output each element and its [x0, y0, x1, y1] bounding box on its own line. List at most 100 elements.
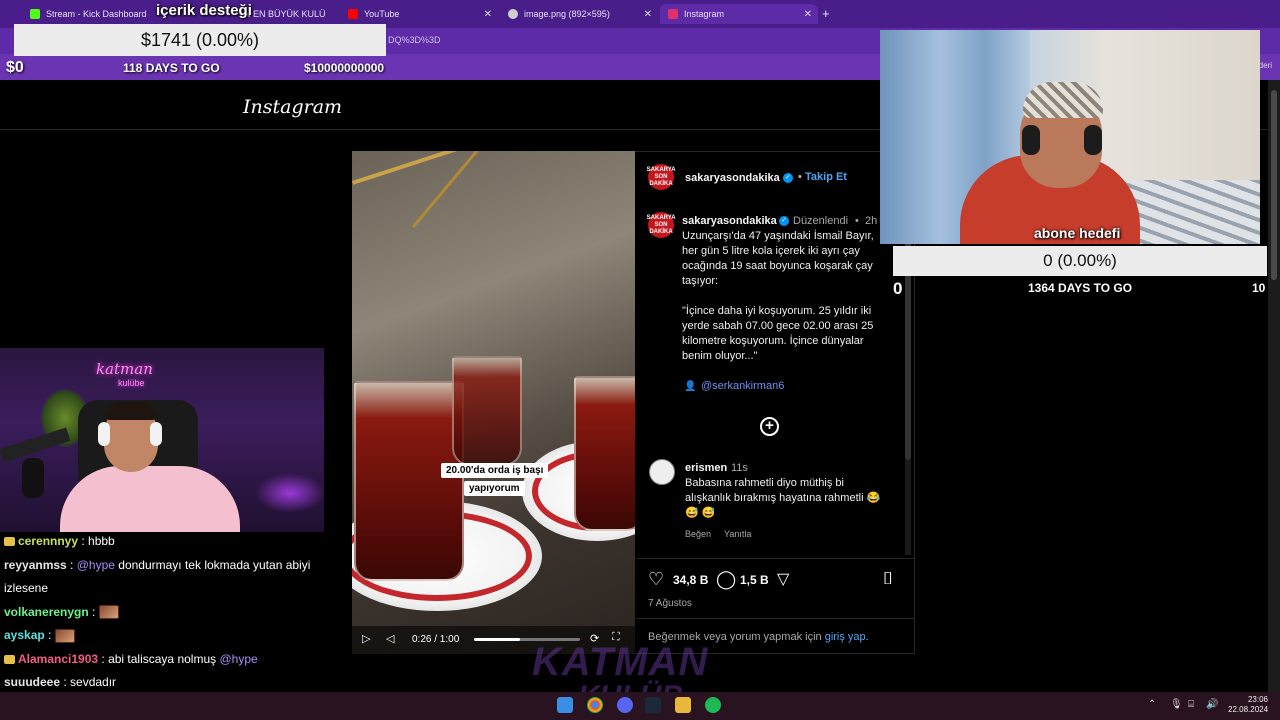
tea-glass: [354, 381, 464, 581]
like-count: 34,8 B: [673, 573, 709, 587]
sub-goal-days: 1364 DAYS TO GO: [1028, 281, 1133, 295]
heart-icon[interactable]: ♡: [648, 569, 664, 590]
follow-button[interactable]: Takip Et: [805, 171, 847, 183]
login-link[interactable]: giriş yap: [825, 631, 866, 643]
close-icon[interactable]: ✕: [484, 9, 492, 20]
bookmark-item[interactable]: deri: [1259, 61, 1272, 70]
page-scroll-thumb[interactable]: [1271, 90, 1277, 280]
comment-user[interactable]: erismen: [685, 462, 727, 474]
discord-icon[interactable]: [617, 697, 633, 713]
chat-username[interactable]: reyyanmss: [4, 558, 67, 572]
chat-mention[interactable]: @hype: [219, 652, 257, 666]
video-caption-line-1: 20.00'da orda iş başı: [441, 463, 549, 478]
post-time: 2h: [865, 215, 878, 227]
tab-youtube[interactable]: YouTube ✕: [340, 4, 498, 24]
chat-username[interactable]: suuudeee: [4, 675, 60, 689]
video-progress: [474, 638, 520, 641]
chat-message: ayskap :: [4, 628, 75, 643]
headphones-icon: [1084, 125, 1102, 155]
video-caption-line-2: yapıyorum: [464, 481, 525, 496]
account-avatar[interactable]: SAKARYA SON DAKİKA: [647, 164, 676, 190]
spotify-icon[interactable]: [705, 697, 721, 713]
tab-instagram[interactable]: Instagram ✕: [660, 4, 818, 24]
volume-icon[interactable]: ◁: [386, 632, 394, 645]
donation-goal-days: 118 DAYS TO GO: [123, 61, 220, 75]
comment-text: Babasına rahmetli diyo müthiş bi alışkan…: [685, 477, 881, 519]
chat-overlay: cerennnyy : hbbb reyyanmss : @hype dondur…: [0, 532, 350, 714]
load-more-comments-icon[interactable]: +: [760, 417, 779, 436]
donation-goal-max: $10000000000: [304, 61, 385, 75]
chat-message: volkanerenygn :: [4, 605, 119, 620]
account-name[interactable]: sakaryasondakika: [685, 172, 780, 184]
kick-icon: [30, 9, 40, 19]
microphone-icon[interactable]: 🎙: [1170, 699, 1183, 710]
crown-badge-icon: [4, 654, 15, 664]
comment-count: 1,5 B: [740, 573, 769, 587]
lamp-glow: [255, 473, 324, 513]
chrome-icon[interactable]: [587, 697, 603, 713]
chat-message: suuudeee : sevdadır: [4, 675, 116, 689]
system-clock[interactable]: 23:06 22.08.2024: [1228, 695, 1268, 715]
sub-goal-max: 10: [1252, 281, 1266, 295]
chat-text: abi taliscaya nolmuş: [104, 651, 217, 666]
post-date: 7 Ağustos: [648, 598, 692, 609]
video-time: 0:26 / 1:00: [412, 634, 460, 645]
chat-message: cerennnyy : hbbb: [4, 534, 115, 548]
chat-text: izlesene: [4, 581, 49, 595]
headphones-icon: [1022, 125, 1040, 155]
channel-watermark: KATMAN: [532, 640, 709, 684]
caption-avatar[interactable]: SAKARYA SON DAKİKA: [647, 212, 676, 238]
chat-separator: :: [60, 675, 67, 689]
chevron-up-icon[interactable]: ⌃: [1148, 699, 1156, 710]
commenter-avatar[interactable]: [649, 459, 675, 485]
instagram-logo[interactable]: Instagram: [243, 96, 342, 118]
verified-icon: ✓: [779, 216, 789, 226]
person-shirt: [60, 466, 240, 532]
person-tag-icon: 👤: [684, 381, 697, 392]
chat-mention-wrap: @hype: [73, 558, 115, 572]
windows-taskbar: [0, 692, 1280, 720]
comment-like-button[interactable]: Beğen: [685, 529, 711, 539]
chat-username[interactable]: cerennnyy: [18, 534, 78, 548]
person-hair: [106, 402, 156, 420]
chat-username[interactable]: Alamanci1903: [18, 652, 98, 666]
close-icon[interactable]: ✕: [804, 9, 812, 20]
chat-mention[interactable]: @hype: [77, 558, 115, 572]
chat-username[interactable]: volkanerenygn: [4, 605, 89, 619]
sub-goal-min: 0: [893, 279, 903, 298]
comment-reply-button[interactable]: Yanıtla: [724, 529, 751, 539]
play-icon[interactable]: ▷: [362, 632, 370, 645]
share-icon[interactable]: ▽: [777, 569, 789, 589]
network-icon[interactable]: ⌸: [1188, 699, 1194, 710]
chat-username[interactable]: ayskap: [4, 628, 45, 642]
caption-account-name[interactable]: sakaryasondakika: [682, 215, 777, 227]
chat-emote-icon: [54, 628, 75, 643]
post-video[interactable]: [352, 151, 635, 654]
close-icon[interactable]: ✕: [644, 9, 652, 20]
chat-separator: :: [78, 534, 85, 548]
post-mention[interactable]: @serkankirman6: [701, 380, 784, 392]
volume-icon[interactable]: 🔊: [1206, 699, 1218, 710]
stream-screen: Stream - Kick Dashboard N EN BÜYÜK KULÜ …: [0, 0, 1280, 720]
new-tab-button[interactable]: +: [822, 6, 830, 21]
chat-emote-icon: [98, 605, 119, 620]
webcam-right: [880, 30, 1260, 244]
separator-dot: •: [798, 171, 802, 183]
chat-text: sevdadır: [66, 675, 117, 689]
bookmark-icon[interactable]: ⌷: [883, 569, 893, 589]
divider: [636, 558, 914, 559]
divider: [636, 618, 914, 619]
headphones-icon: [98, 422, 110, 446]
steam-icon[interactable]: [645, 697, 661, 713]
globe-icon: [508, 9, 518, 19]
folder-icon[interactable]: [675, 697, 691, 713]
comment-icon[interactable]: ◯: [716, 569, 736, 590]
tab-image[interactable]: image.png (892×595) ✕: [500, 4, 658, 24]
separator-dot: •: [855, 215, 859, 227]
bedding: [1120, 180, 1260, 244]
post-caption: Uzunçarşı'da 47 yaşındaki İsmail Bayır, …: [682, 230, 874, 287]
chat-message: izlesene: [4, 581, 48, 595]
url-text: DQ%3D%3D: [388, 35, 441, 45]
windows-start-icon[interactable]: [557, 697, 573, 713]
tab-kick-dashboard[interactable]: Stream - Kick Dashboard: [22, 4, 172, 24]
